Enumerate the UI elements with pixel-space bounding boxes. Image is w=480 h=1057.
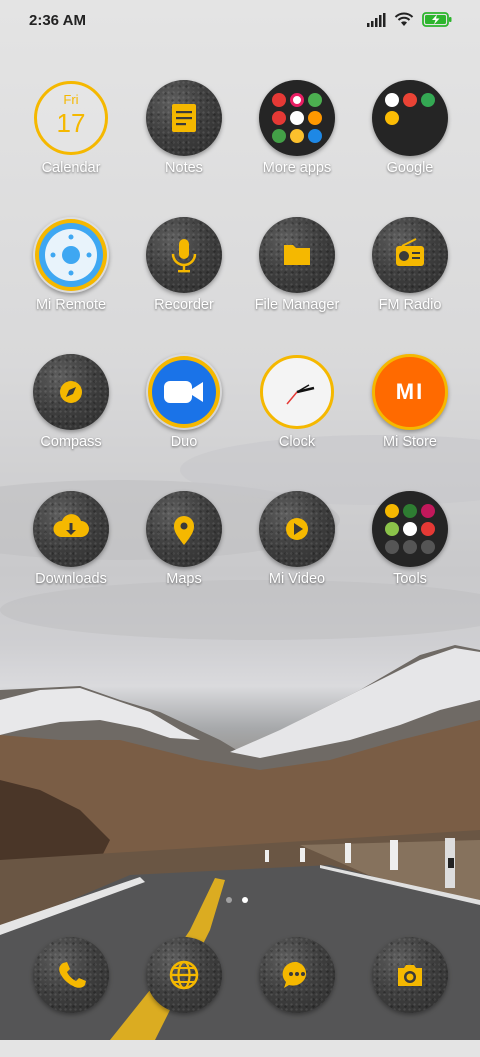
- app-compass[interactable]: Compass: [14, 354, 128, 474]
- app-notes[interactable]: Notes: [127, 80, 241, 200]
- app-label: More apps: [262, 160, 332, 176]
- compass-icon: [33, 354, 109, 430]
- microphone-icon: [146, 217, 222, 293]
- page-dot-active[interactable]: [242, 897, 248, 903]
- app-label: Maps: [166, 571, 202, 587]
- app-label: Tools: [393, 571, 427, 587]
- app-label: Mi Remote: [35, 297, 107, 313]
- app-label: File Manager: [254, 297, 340, 313]
- app-label: FM Radio: [378, 297, 442, 313]
- calendar-weekday: Fri: [63, 92, 79, 107]
- status-time: 2:36 AM: [29, 12, 86, 29]
- dock-browser[interactable]: [127, 937, 241, 1057]
- app-label: Mi Video: [268, 571, 326, 587]
- folder-icon: [372, 80, 448, 156]
- status-bar: 2:36 AM: [0, 0, 480, 44]
- app-mi-remote[interactable]: Mi Remote: [14, 217, 128, 337]
- folder-tools[interactable]: Tools: [353, 491, 467, 611]
- folder-file-icon: [259, 217, 335, 293]
- cloud-download-icon: [33, 491, 109, 567]
- app-maps[interactable]: Maps: [127, 491, 241, 611]
- app-file-manager[interactable]: File Manager: [240, 217, 354, 337]
- notes-icon: [146, 80, 222, 156]
- dock-phone[interactable]: [14, 937, 128, 1057]
- globe-icon: [146, 937, 222, 1013]
- chat-icon: [259, 937, 335, 1013]
- app-label: Recorder: [154, 297, 214, 313]
- signal-icon: [367, 12, 386, 27]
- dock-messages[interactable]: [240, 937, 354, 1057]
- app-calendar[interactable]: Fri 17 Calendar: [14, 80, 128, 200]
- page-indicator: [226, 897, 248, 903]
- mi-logo-icon: MI: [372, 354, 448, 430]
- map-pin-icon: [146, 491, 222, 567]
- app-label: Duo: [170, 434, 198, 450]
- battery-charging-icon: [422, 12, 452, 27]
- calendar-day: 17: [56, 108, 86, 138]
- app-label: Google: [386, 160, 434, 176]
- page-dot[interactable]: [226, 897, 232, 903]
- app-recorder[interactable]: Recorder: [127, 217, 241, 337]
- radio-icon: [372, 217, 448, 293]
- folder-icon: [259, 80, 335, 156]
- app-duo[interactable]: Duo: [127, 354, 241, 474]
- camera-icon: [372, 937, 448, 1013]
- video-camera-icon: [146, 354, 222, 430]
- folder-google[interactable]: Google: [353, 80, 467, 200]
- app-mi-store[interactable]: MI Mi Store: [353, 354, 467, 474]
- app-label: Compass: [40, 434, 102, 450]
- calendar-icon: Fri 17: [33, 80, 109, 156]
- app-label: Mi Store: [383, 434, 437, 450]
- wifi-icon: [394, 12, 414, 26]
- folder-icon: [372, 491, 448, 567]
- play-icon: [259, 491, 335, 567]
- phone-icon: [33, 937, 109, 1013]
- app-label: Clock: [278, 434, 316, 450]
- app-clock[interactable]: Clock: [240, 354, 354, 474]
- app-label: Calendar: [41, 160, 101, 176]
- remote-icon: [33, 217, 109, 293]
- app-label: Notes: [165, 160, 203, 176]
- app-label: Downloads: [35, 571, 107, 587]
- dock-camera[interactable]: [353, 937, 467, 1057]
- clock-icon: [259, 354, 335, 430]
- folder-more-apps[interactable]: More apps: [240, 80, 354, 200]
- app-mi-video[interactable]: Mi Video: [240, 491, 354, 611]
- app-fm-radio[interactable]: FM Radio: [353, 217, 467, 337]
- mi-logo-text: MI: [395, 379, 425, 404]
- app-downloads[interactable]: Downloads: [14, 491, 128, 611]
